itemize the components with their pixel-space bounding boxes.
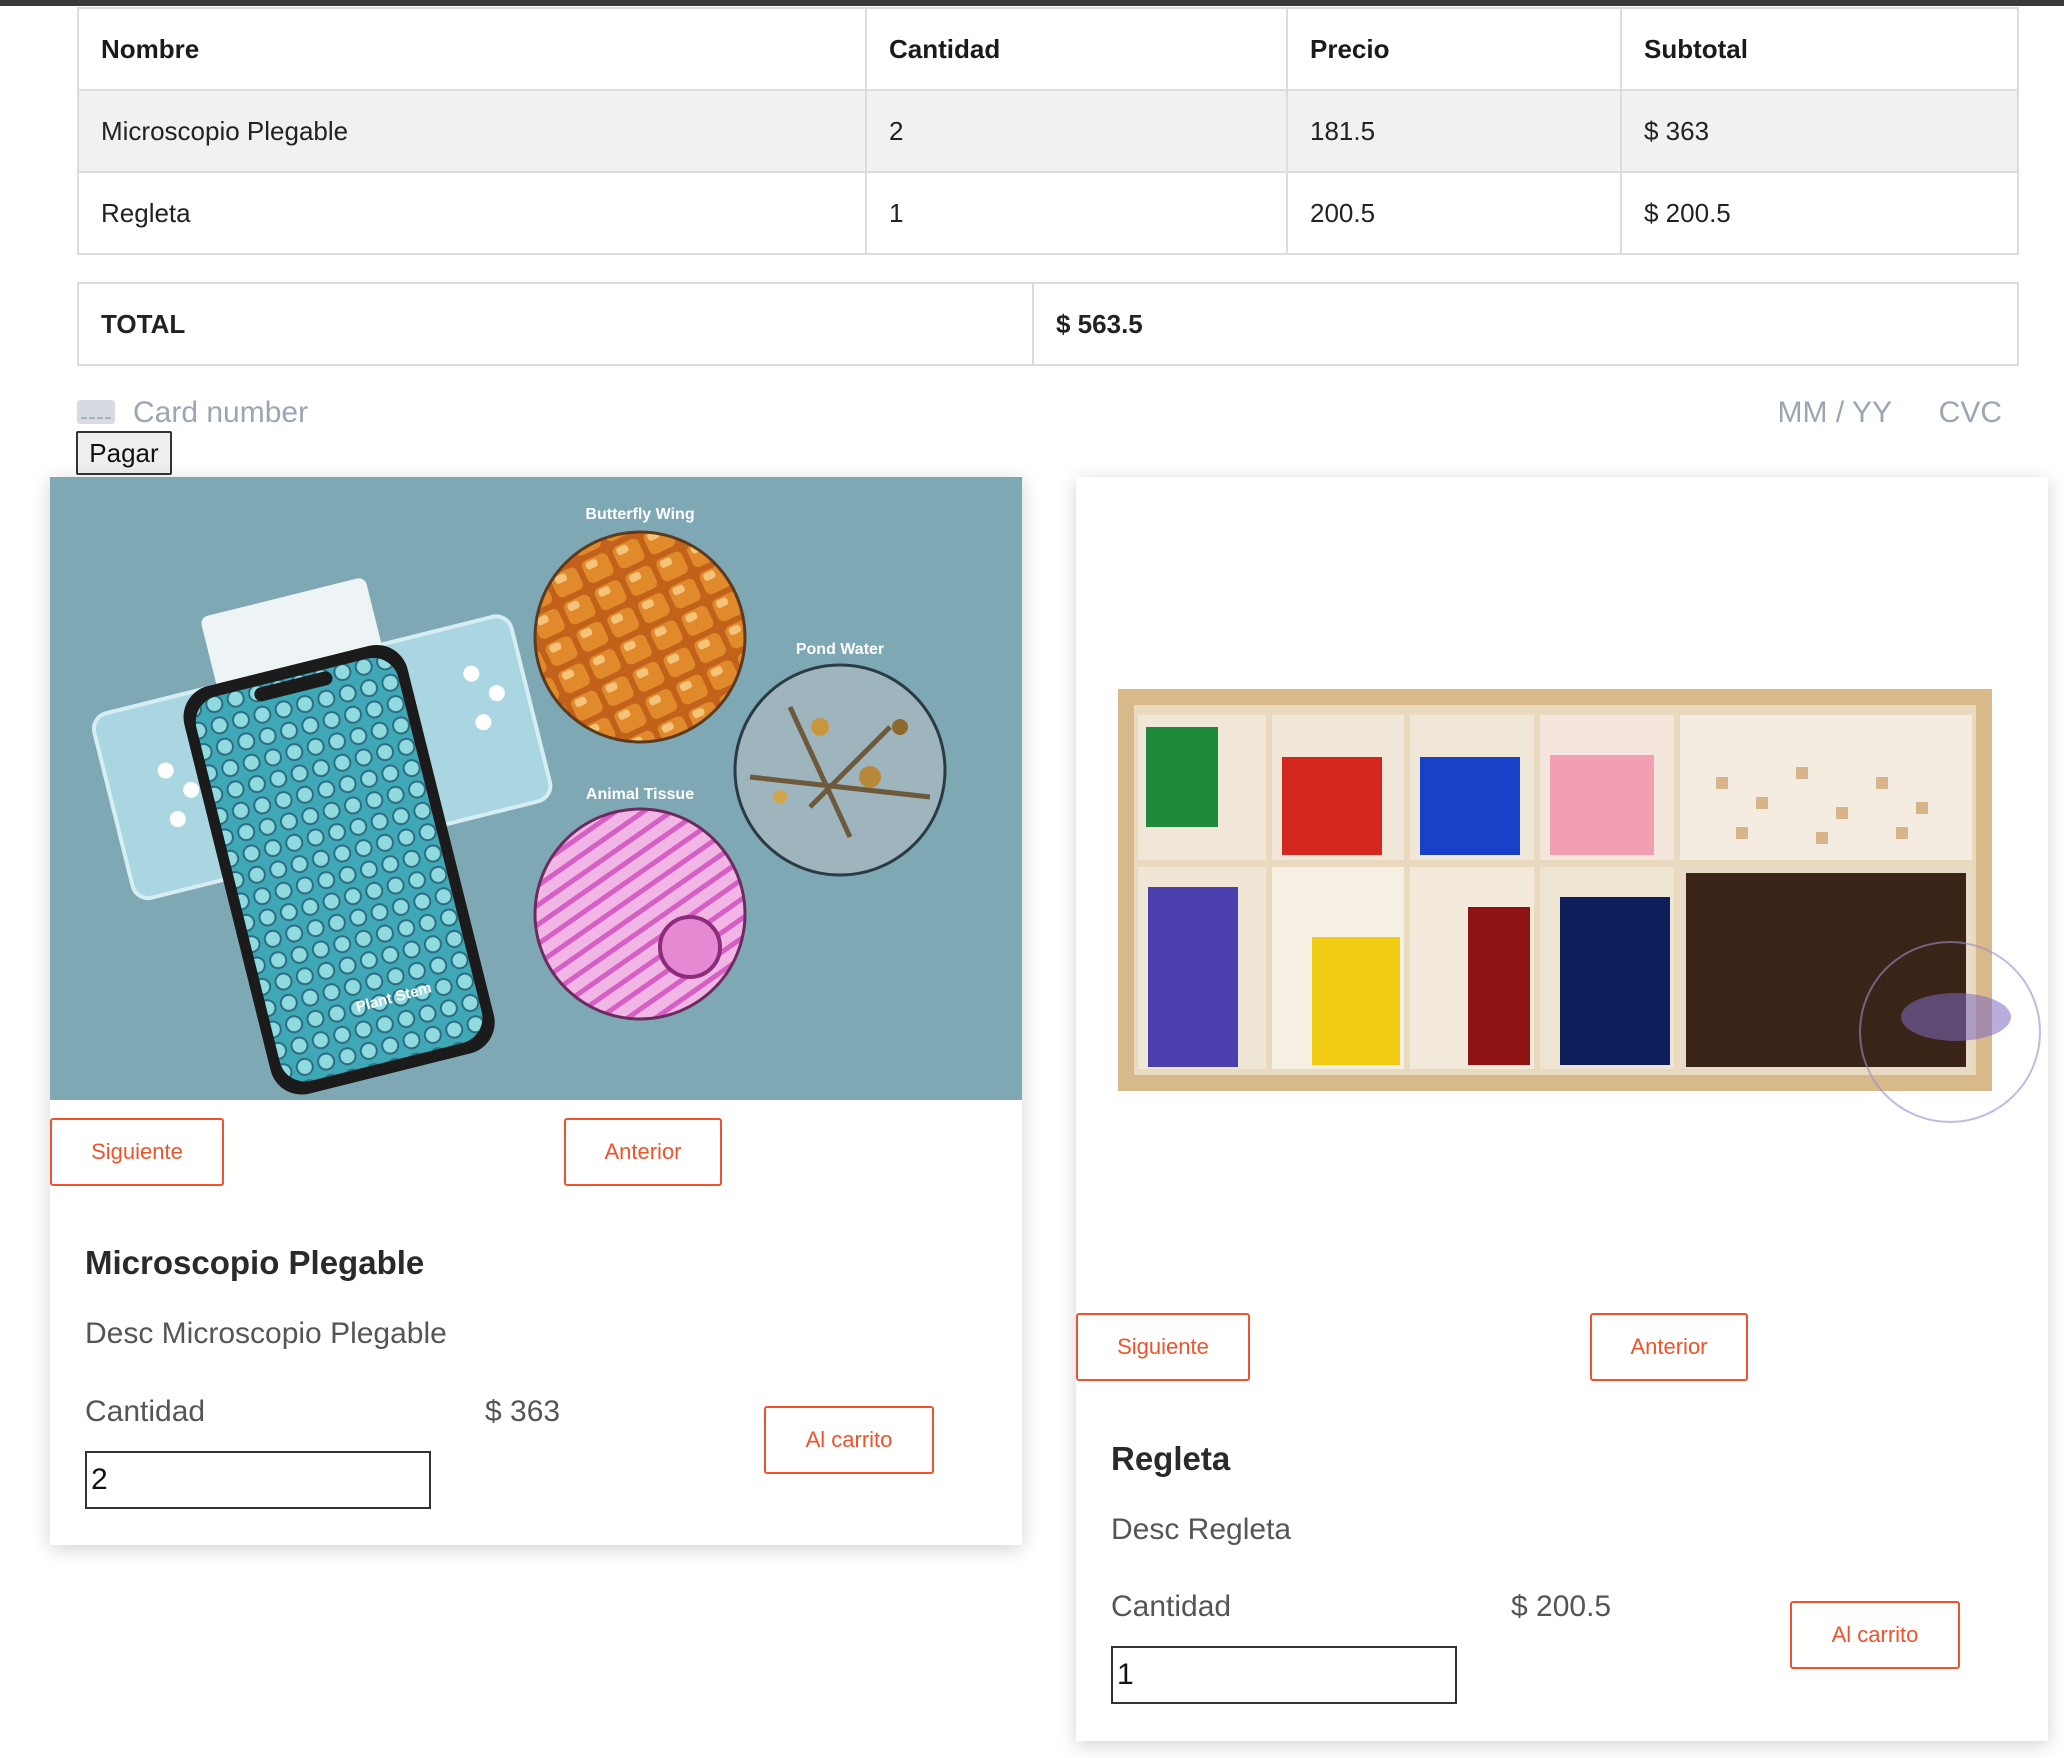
top-bar [0,0,2064,6]
header-subtotal: Subtotal [1620,7,2019,91]
next-button[interactable]: Siguiente [50,1118,224,1186]
pay-button[interactable]: Pagar [76,431,172,475]
table-header-row: Nombre Cantidad Precio Subtotal [77,7,2019,91]
cell-cantidad: 1 [865,171,1288,255]
table-row: Microscopio Plegable 2 181.5 $ 363 [77,89,2019,173]
header-precio: Precio [1286,7,1622,91]
cart-table: Nombre Cantidad Precio Subtotal Microsco… [77,7,2019,255]
product-card: Butterfly Wing Pond Water Animal Tissue … [50,477,1022,1545]
product-image [1076,477,2048,1295]
product-title: Microscopio Plegable [85,1244,425,1281]
product-card: Siguiente Anterior Regleta Desc Regleta … [1076,477,2048,1741]
credit-card-icon [77,400,115,424]
cell-nombre: Regleta [77,171,867,255]
card-element[interactable]: Card number MM / YY CVC [77,396,2002,432]
product-price: $ 200.5 [1511,1590,1612,1623]
total-label: TOTAL [77,282,1034,366]
previous-button[interactable]: Anterior [564,1118,722,1186]
header-nombre: Nombre [77,7,867,91]
product-price: $ 363 [485,1395,561,1428]
cell-subtotal: $ 363 [1620,89,2019,173]
product-description: Desc Microscopio Plegable [85,1317,447,1350]
cell-subtotal: $ 200.5 [1620,171,2019,255]
total-row: TOTAL $ 563.5 [77,282,2019,366]
product-title: Regleta [1111,1440,1231,1477]
quantity-input[interactable] [85,1451,431,1509]
product-image: Butterfly Wing Pond Water Animal Tissue … [50,477,1022,1100]
total-value: $ 563.5 [1032,282,2019,366]
quantity-input[interactable] [1111,1646,1457,1704]
card-cvc-field[interactable]: CVC [1939,396,2002,430]
quantity-label: Cantidad [85,1395,206,1428]
cell-precio: 181.5 [1286,89,1622,173]
cell-nombre: Microscopio Plegable [77,89,867,173]
svg-text:Butterfly Wing: Butterfly Wing [585,506,694,523]
add-to-cart-button[interactable]: Al carrito [1790,1601,1960,1669]
add-to-cart-button[interactable]: Al carrito [764,1406,934,1474]
quantity-label: Cantidad [1111,1590,1232,1623]
cell-precio: 200.5 [1286,171,1622,255]
total-table: TOTAL $ 563.5 [77,282,2019,366]
previous-button[interactable]: Anterior [1590,1313,1748,1381]
cell-cantidad: 2 [865,89,1288,173]
next-button[interactable]: Siguiente [1076,1313,1250,1381]
svg-text:Pond Water: Pond Water [796,641,884,658]
svg-text:Animal Tissue: Animal Tissue [586,786,694,803]
card-expiry-field[interactable]: MM / YY [1778,396,1892,430]
header-cantidad: Cantidad [865,7,1288,91]
table-row: Regleta 1 200.5 $ 200.5 [77,171,2019,255]
product-description: Desc Regleta [1111,1513,1292,1546]
card-number-field[interactable]: Card number [133,396,308,430]
